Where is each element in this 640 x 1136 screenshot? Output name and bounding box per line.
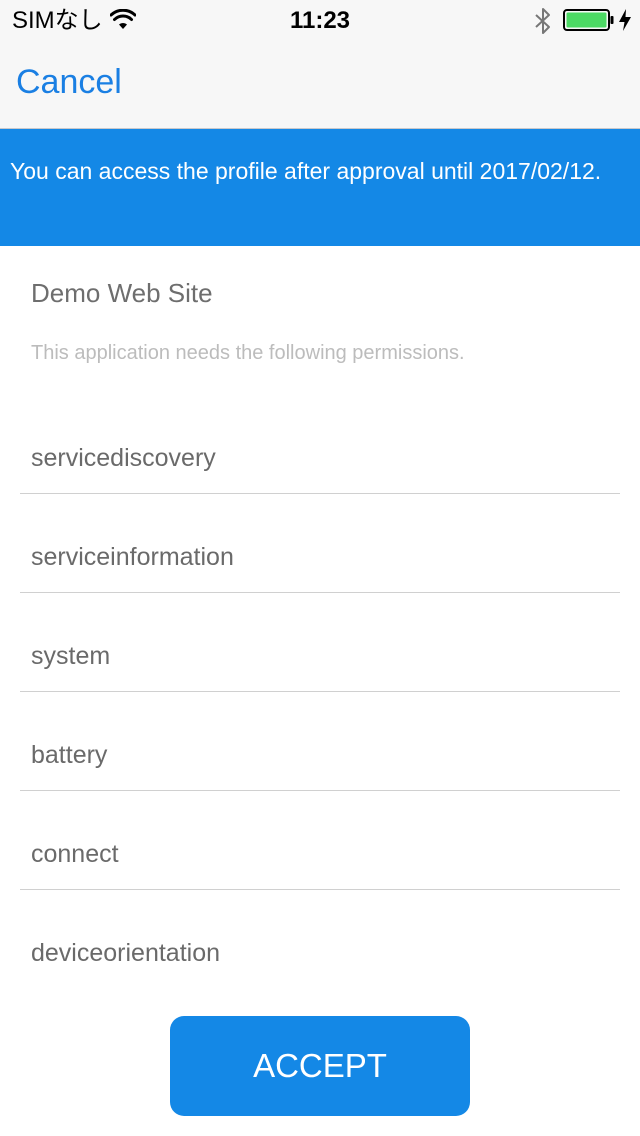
permission-item: battery bbox=[20, 692, 620, 791]
approval-message: You can access the profile after approva… bbox=[10, 158, 602, 184]
charging-bolt-icon bbox=[617, 8, 633, 32]
approval-banner: You can access the profile after approva… bbox=[0, 129, 640, 246]
cancel-button[interactable]: Cancel bbox=[16, 60, 122, 104]
battery-icon bbox=[563, 9, 615, 31]
bluetooth-icon bbox=[533, 7, 553, 35]
site-name: Demo Web Site bbox=[31, 278, 213, 308]
accept-button[interactable]: ACCEPT bbox=[170, 1016, 470, 1116]
permission-label: connect bbox=[31, 840, 119, 868]
screen: SIMなし 11:23 Cancel You can access the pr… bbox=[0, 0, 640, 1136]
permission-label: system bbox=[31, 642, 111, 670]
navigation-bar: Cancel bbox=[0, 40, 640, 129]
permission-item: deviceorientation bbox=[20, 890, 620, 989]
permission-item: connect bbox=[20, 791, 620, 890]
permission-item: servicediscovery bbox=[20, 395, 620, 494]
permission-label: servicediscovery bbox=[31, 444, 216, 472]
permission-label: serviceinformation bbox=[31, 543, 234, 571]
permission-label: battery bbox=[31, 741, 108, 769]
permission-item: serviceinformation bbox=[20, 494, 620, 593]
status-bar: SIMなし 11:23 bbox=[0, 0, 640, 40]
permission-list: servicediscovery serviceinformation syst… bbox=[20, 395, 620, 989]
permission-note: This application needs the following per… bbox=[31, 342, 465, 364]
permission-item: system bbox=[20, 593, 620, 692]
permission-label: deviceorientation bbox=[31, 939, 221, 967]
